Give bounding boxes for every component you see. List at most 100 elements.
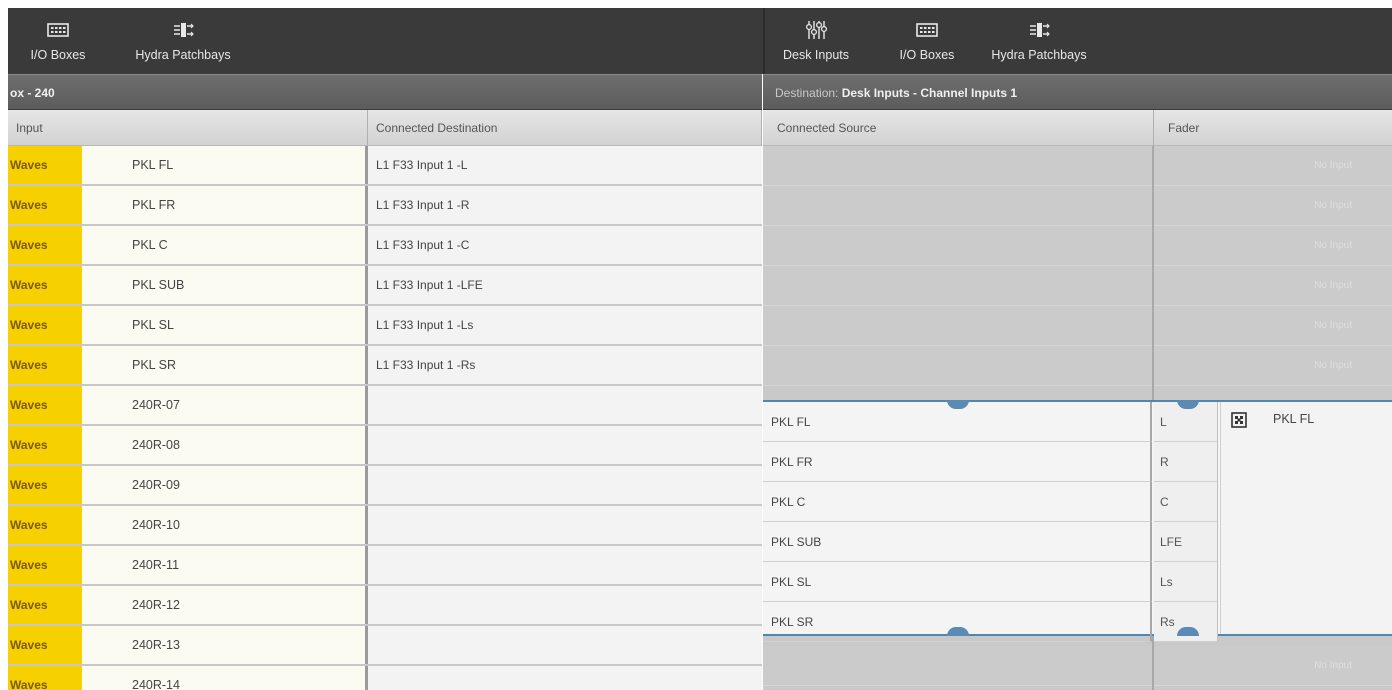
empty-source-slot[interactable] [763,146,1152,186]
patchbay-icon [1030,23,1050,37]
table-row[interactable]: Waves 240R-14 [8,666,762,690]
connected-destination-cell[interactable] [368,386,762,424]
input-name-cell[interactable]: PKL SUB [82,266,368,304]
table-row[interactable]: Waves PKL SL L1 F33 Input 1 -Ls [8,306,762,346]
connected-destination-cell[interactable] [368,666,762,690]
table-row[interactable]: Waves 240R-10 [8,506,762,546]
io-boxes-button-right[interactable]: I/O Boxes [886,14,968,70]
toolbar-divider [763,8,765,74]
table-row[interactable]: Waves 240R-11 [8,546,762,586]
fader-header-label: Fader [1168,121,1200,135]
connected-destination-column-header[interactable]: Connected Destination [368,110,762,146]
connected-destination-cell[interactable]: L1 F33 Input 1 -Rs [368,346,762,384]
input-name-cell[interactable]: 240R-14 [82,666,368,690]
connected-destination-cell[interactable] [368,506,762,544]
waves-tag: Waves [8,586,82,624]
connected-destination-cell[interactable]: L1 F33 Input 1 -LFE [368,266,762,304]
input-name-cell[interactable]: PKL FL [82,146,368,184]
waves-tag: Waves [8,626,82,664]
multichannel-icon [1231,412,1247,428]
fader-column-header[interactable]: Fader [1154,110,1392,146]
hydra-patchbays-label: Hydra Patchbays [991,48,1087,62]
input-name-cell[interactable]: 240R-10 [82,506,368,544]
waves-tag: Waves [8,426,82,464]
table-row[interactable]: Waves 240R-09 [8,466,762,506]
input-name-cell[interactable]: PKL C [82,226,368,264]
fader-panel[interactable]: PKL FL [1220,402,1392,634]
connected-destination-cell[interactable]: L1 F33 Input 1 -Ls [368,306,762,344]
waves-tag: Waves [8,266,82,304]
input-name-cell[interactable]: PKL FR [82,186,368,224]
io-boxes-label: I/O Boxes [30,48,86,62]
empty-source-slot[interactable] [763,346,1152,386]
empty-source-slot[interactable] [763,186,1152,226]
empty-source-slot[interactable] [763,226,1152,266]
empty-fader-slot[interactable]: No Input [1154,306,1392,346]
table-row[interactable]: Waves PKL SUB L1 F33 Input 1 -LFE [8,266,762,306]
io-boxes-button-left[interactable]: I/O Boxes [12,14,104,70]
table-row[interactable]: Waves 240R-13 [8,626,762,666]
input-name-cell[interactable]: 240R-09 [82,466,368,504]
destination-title-prefix: Destination: [775,86,842,100]
connected-source-cell[interactable]: PKL SUB [763,522,1152,562]
connected-source-column-header[interactable]: Connected Source [763,110,1154,146]
waves-tag: Waves [8,346,82,384]
channel-leg-cell: Rs [1154,602,1218,642]
hydra-patchbays-button-right[interactable]: Hydra Patchbays [976,14,1102,70]
connected-destination-cell[interactable] [368,426,762,464]
empty-fader-slot[interactable]: No Input [1154,646,1392,686]
connected-source-cell[interactable]: PKL SR [763,602,1152,642]
input-name-cell[interactable]: PKL SL [82,306,368,344]
empty-fader-slot[interactable]: No Input [1154,146,1392,186]
input-column-header[interactable]: Input [8,110,368,146]
waves-tag: Waves [8,546,82,584]
table-row[interactable]: Waves PKL SR L1 F33 Input 1 -Rs [8,346,762,386]
connected-destination-cell[interactable]: L1 F33 Input 1 -L [368,146,762,184]
table-row[interactable]: Waves 240R-07 [8,386,762,426]
no-input-label: No Input [1314,160,1352,171]
destination-title-bar: Destination: Desk Inputs - Channel Input… [763,74,1392,110]
input-name-cell[interactable]: PKL SR [82,346,368,384]
input-name-cell[interactable]: 240R-12 [82,586,368,624]
source-title: ox - 240 [10,86,55,100]
channel-leg-cell: C [1154,482,1218,522]
connected-destination-cell[interactable]: L1 F33 Input 1 -R [368,186,762,224]
table-row[interactable]: Waves 240R-12 [8,586,762,626]
table-row[interactable]: Waves PKL FL L1 F33 Input 1 -L [8,146,762,186]
connected-source-cell[interactable]: PKL C [763,482,1152,522]
io-box-icon [916,23,938,37]
connected-destination-cell[interactable] [368,546,762,584]
table-row[interactable]: Waves 240R-08 [8,426,762,466]
input-name-cell[interactable]: 240R-11 [82,546,368,584]
input-name-cell[interactable]: 240R-08 [82,426,368,464]
input-name-cell[interactable]: 240R-07 [82,386,368,424]
connected-source-cell[interactable]: PKL FR [763,442,1152,482]
no-input-label: No Input [1314,660,1352,671]
channel-leg-cell: R [1154,442,1218,482]
connected-destination-cell[interactable] [368,586,762,624]
hydra-patchbays-button-left[interactable]: Hydra Patchbays [118,14,248,70]
connected-destination-cell[interactable] [368,626,762,664]
empty-source-slot[interactable] [763,266,1152,306]
empty-fader-slot[interactable]: No Input [1154,346,1392,386]
connected-destination-cell[interactable] [368,466,762,504]
waves-tag: Waves [8,186,82,224]
drag-handle-bottom-source[interactable] [947,627,969,636]
connected-source-header-label: Connected Source [777,121,877,135]
source-list: Waves PKL FL L1 F33 Input 1 -L Waves PKL FR L… [8,146,762,690]
drag-handle-bottom-fader[interactable] [1177,627,1199,636]
table-row[interactable]: Waves PKL FR L1 F33 Input 1 -R [8,186,762,226]
empty-source-slot[interactable] [763,306,1152,346]
empty-fader-slot[interactable]: No Input [1154,266,1392,306]
selected-connection-block[interactable]: PKL SR Rs PKL SL Ls PKL SUB LFE PKL C C PKL FR R P… [763,400,1392,642]
table-row[interactable]: Waves PKL C L1 F33 Input 1 -C [8,226,762,266]
desk-inputs-button[interactable]: Desk Inputs [778,14,854,70]
connected-source-cell[interactable]: PKL SL [763,562,1152,602]
empty-source-slot[interactable] [763,646,1152,686]
empty-fader-slot[interactable]: No Input [1154,186,1392,226]
input-name-cell[interactable]: 240R-13 [82,626,368,664]
destination-title: Desk Inputs - Channel Inputs 1 [841,86,1018,100]
channel-leg-cell: Ls [1154,562,1218,602]
connected-destination-cell[interactable]: L1 F33 Input 1 -C [368,226,762,264]
empty-fader-slot[interactable]: No Input [1154,226,1392,266]
